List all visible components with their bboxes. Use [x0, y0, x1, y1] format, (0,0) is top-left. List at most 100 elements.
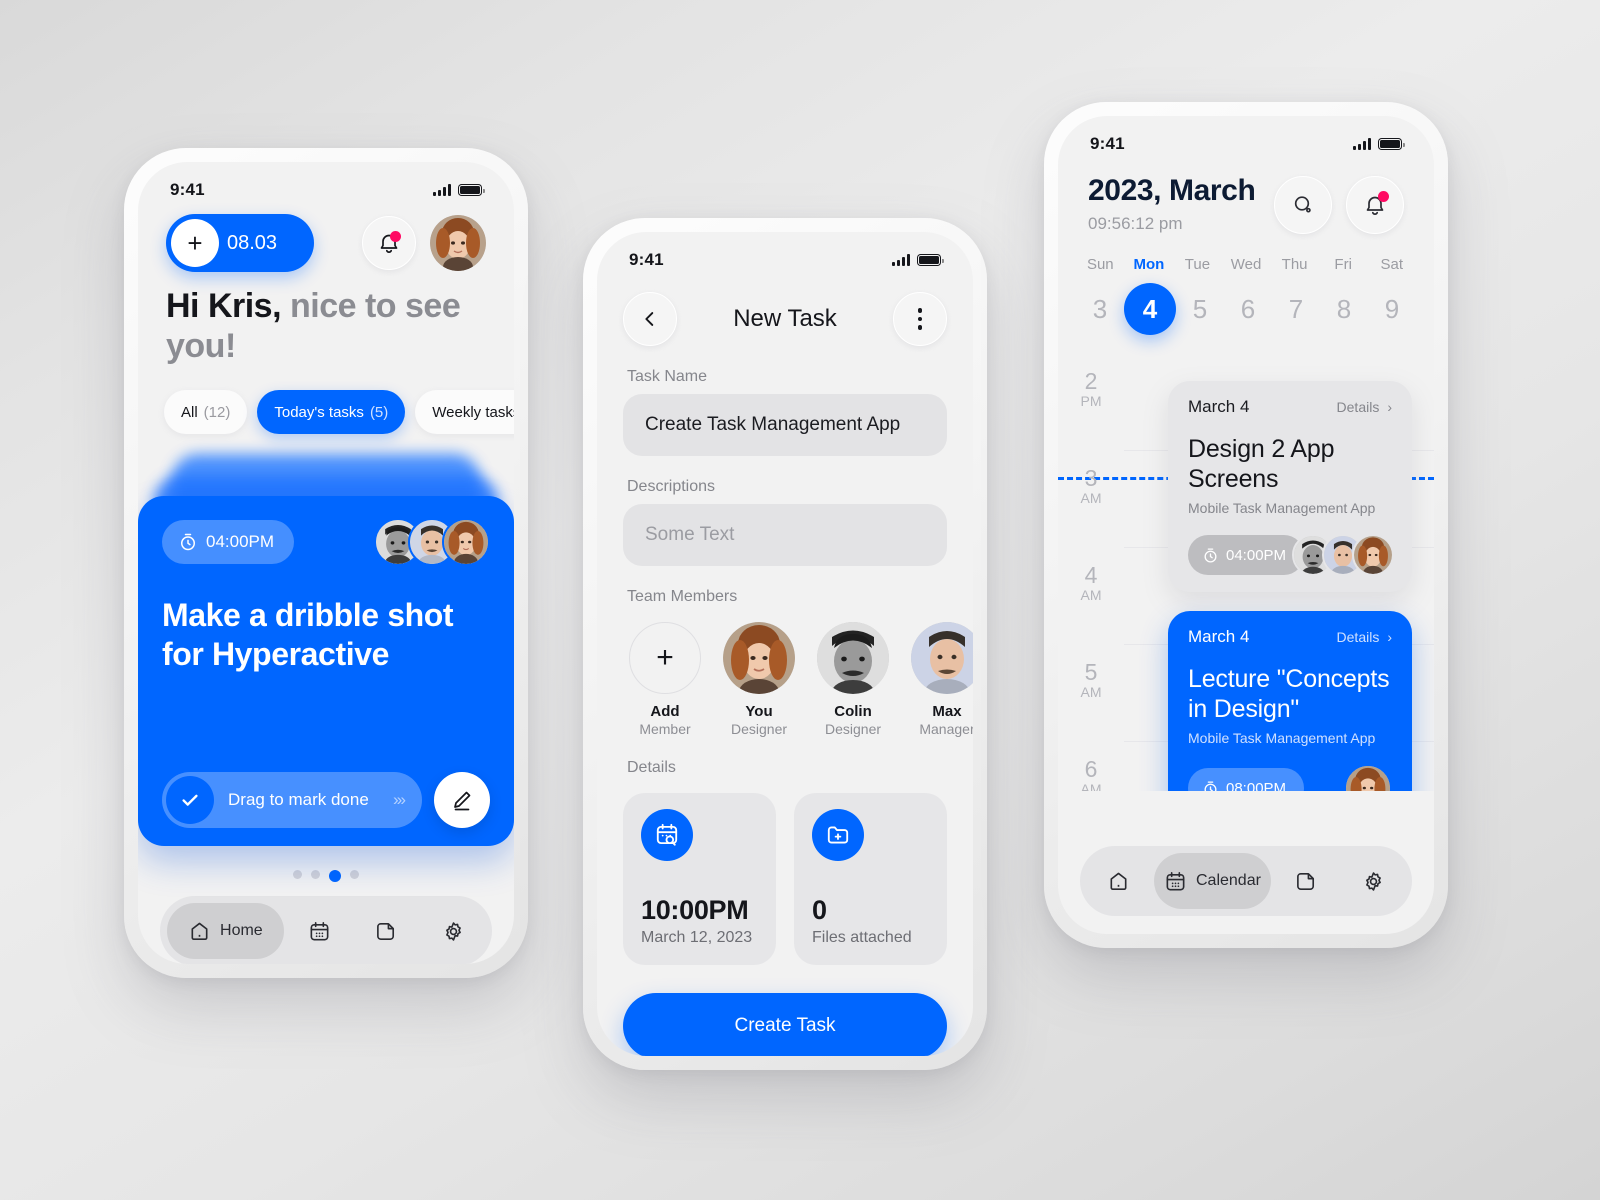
chip-weekly-tasks[interactable]: Weekly tasks (7): [415, 390, 514, 435]
detail-card-files[interactable]: 0 Files attached: [794, 793, 947, 965]
event-card-lecture[interactable]: March 4 Details › Lecture "Concepts in D…: [1168, 611, 1412, 791]
chip-count: (5): [369, 403, 389, 421]
weekday-wed[interactable]: Wed: [1222, 256, 1271, 273]
status-indicators: [892, 254, 944, 266]
date-4-selected[interactable]: 4: [1124, 283, 1176, 335]
avatar-kris: [442, 518, 490, 567]
carousel-pager[interactable]: [138, 854, 514, 883]
chip-todays-tasks[interactable]: Today's tasks (5): [257, 390, 406, 435]
weekday-thu[interactable]: Thu: [1270, 256, 1319, 273]
calendar-icon: [310, 921, 329, 941]
team-members-list: + Add Member You Designer Colin Designer…: [597, 614, 973, 737]
weekday-mon[interactable]: Mon: [1125, 256, 1174, 273]
detail-cards: 10:00PM March 12, 2023 0 Files attached: [597, 785, 973, 965]
nav-item-settings[interactable]: [1342, 853, 1405, 909]
more-menu-button[interactable]: [893, 292, 947, 346]
chevrons-icon: ›››: [393, 790, 406, 810]
add-member-button[interactable]: + Add Member: [627, 622, 703, 737]
filter-chips: All (12) Today's tasks (5) Weekly tasks …: [138, 366, 514, 435]
date-6[interactable]: 6: [1224, 294, 1272, 325]
status-indicators: [1353, 138, 1405, 150]
create-task-button[interactable]: Create Task: [623, 993, 947, 1056]
pager-dot[interactable]: [350, 870, 359, 880]
event-date: March 4: [1188, 627, 1250, 646]
event-attendees[interactable]: [1292, 534, 1395, 576]
date-9[interactable]: 9: [1368, 294, 1416, 325]
team-member-max[interactable]: Max Manager: [909, 622, 973, 737]
weekday-sat[interactable]: Sat: [1367, 256, 1416, 273]
avatar[interactable]: [430, 215, 486, 271]
battery-icon: [458, 184, 485, 196]
check-icon[interactable]: [166, 776, 214, 825]
signal-bars-icon: [433, 184, 451, 196]
event-details-link[interactable]: Details ›: [1337, 399, 1392, 415]
pager-dot[interactable]: [311, 870, 320, 880]
calendar-icon: [1166, 871, 1185, 890]
gear-icon: [1366, 871, 1381, 891]
pager-dot-active[interactable]: [329, 870, 341, 883]
date-8[interactable]: 8: [1320, 294, 1368, 325]
phone-frame-home: 9:41 + 08.03 Hi Kris, nice to see you! A…: [124, 148, 528, 978]
bottom-nav: Calendar: [1080, 846, 1412, 916]
team-member-you[interactable]: You Designer: [721, 622, 797, 737]
task-name-input[interactable]: Create Task Management App: [623, 394, 947, 456]
event-title: Lecture "Concepts in Design": [1188, 665, 1390, 723]
nav-item-calendar[interactable]: [288, 903, 351, 959]
notifications-button[interactable]: [1346, 176, 1404, 234]
plus-icon[interactable]: +: [171, 219, 219, 267]
search-button[interactable]: [1274, 176, 1332, 234]
stopwatch-icon: [1204, 780, 1217, 791]
date-3[interactable]: 3: [1076, 294, 1124, 325]
pager-dot[interactable]: [293, 870, 302, 880]
member-role: Designer: [730, 721, 788, 737]
back-button[interactable]: [623, 292, 677, 346]
task-card[interactable]: 04:00PM Make a dribble shot for Hyperact…: [138, 496, 514, 847]
weekday-tue[interactable]: Tue: [1173, 256, 1222, 273]
event-footer: 08:00PM: [1188, 764, 1392, 791]
nav-item-settings[interactable]: [422, 903, 485, 959]
chip-label: All: [181, 403, 198, 421]
detail-value: 0: [812, 895, 827, 925]
nav-item-files[interactable]: [355, 903, 418, 959]
status-time: 9:41: [170, 180, 205, 199]
phone-frame-calendar: 9:41 2023, March 09:56:12 pm Sun Mon Tue…: [1044, 102, 1448, 948]
nav-item-calendar[interactable]: Calendar: [1154, 853, 1271, 909]
status-time: 9:41: [1090, 134, 1125, 153]
event-attendees[interactable]: [1344, 764, 1392, 791]
date-7[interactable]: 7: [1272, 294, 1320, 325]
chip-all[interactable]: All (12): [164, 390, 248, 435]
phone-frame-new-task: 9:41 New Task Task Name Create Task Mana…: [583, 218, 987, 1070]
stopwatch-icon: [1204, 547, 1217, 563]
nav-item-files[interactable]: [1275, 853, 1338, 909]
nav-item-home[interactable]: [1087, 853, 1150, 909]
date-row: 3 4 5 6 7 8 9: [1058, 273, 1434, 335]
current-month: 2023, March: [1088, 174, 1256, 207]
notifications-button[interactable]: [362, 216, 416, 270]
screen-home: 9:41 + 08.03 Hi Kris, nice to see you! A…: [138, 162, 514, 964]
weekday-sun[interactable]: Sun: [1076, 256, 1125, 273]
member-role: Designer: [824, 721, 882, 737]
drag-to-done-slider[interactable]: Drag to mark done ›››: [162, 772, 422, 829]
detail-sub: March 12, 2023: [641, 929, 753, 946]
event-time-pill: 04:00PM: [1188, 535, 1305, 575]
event-card-design[interactable]: March 4 Details › Design 2 App Screens M…: [1168, 381, 1412, 592]
bottom-nav: Home: [160, 896, 492, 964]
description-input[interactable]: Some Text: [623, 504, 947, 566]
avatar-kris: [1352, 534, 1395, 576]
nav-item-home[interactable]: Home: [167, 903, 284, 960]
member-name: Colin: [834, 703, 872, 720]
weekday-fri[interactable]: Fri: [1319, 256, 1368, 273]
date-5[interactable]: 5: [1176, 294, 1224, 325]
calendar-header: 2023, March 09:56:12 pm: [1058, 162, 1434, 234]
chevron-right-icon: ›: [1387, 399, 1392, 415]
agenda-timeline[interactable]: 2 PM 3 AM 4 AM 5 AM 6 AM March 4 Details › De…: [1058, 353, 1434, 791]
edit-task-button[interactable]: [434, 772, 490, 829]
detail-card-due-time[interactable]: 10:00PM March 12, 2023: [623, 793, 776, 965]
notification-dot: [390, 231, 401, 242]
event-details-link[interactable]: Details ›: [1337, 629, 1392, 645]
timer-pill[interactable]: + 08.03: [166, 214, 314, 272]
task-assignees[interactable]: [374, 518, 490, 567]
status-bar: 9:41: [138, 162, 514, 208]
task-title: Make a dribble shot for Hyperactive: [162, 597, 454, 672]
team-member-colin[interactable]: Colin Designer: [815, 622, 891, 737]
